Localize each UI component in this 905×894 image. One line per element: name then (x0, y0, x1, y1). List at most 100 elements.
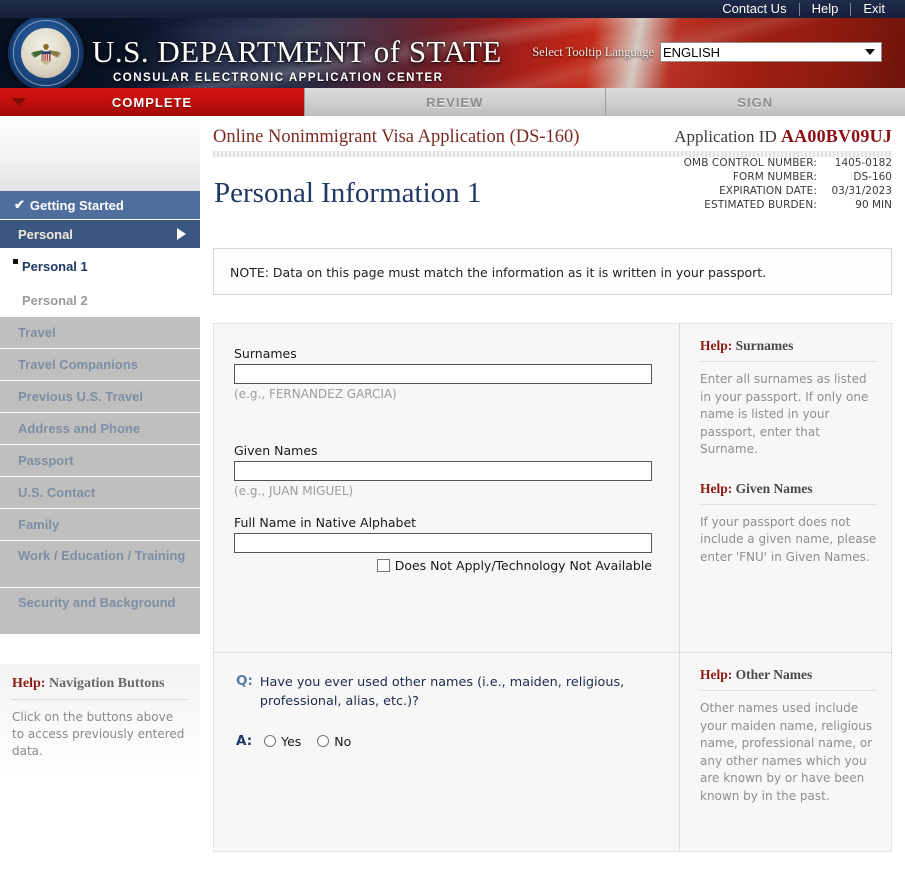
answer-option-yes[interactable]: Yes (264, 734, 301, 749)
department-subtitle: CONSULAR ELECTRONIC APPLICATION CENTER (113, 72, 444, 84)
answer-option-no[interactable]: No (317, 734, 351, 749)
help-title-topic: Other Names (732, 667, 813, 682)
sidebar-item-previous-us-travel[interactable]: Previous U.S. Travel (0, 381, 200, 412)
surnames-input[interactable] (234, 364, 652, 384)
sidebar-item-travel[interactable]: Travel (0, 317, 200, 348)
sidebar-header-gradient (0, 116, 200, 191)
site-banner: U.S. DEPARTMENT of STATE CONSULAR ELECTR… (0, 18, 905, 88)
sidebar-item-label: Passport (18, 453, 74, 468)
tab-complete[interactable]: COMPLETE (0, 88, 304, 116)
given-names-hint: (e.g., JUAN MIGUEL) (234, 484, 354, 498)
top-utility-bar: Contact Us Help Exit (0, 0, 905, 18)
metadata-key: OMB CONTROL NUMBER: (683, 157, 817, 169)
department-title: U.S. DEPARTMENT of STATE (92, 34, 502, 70)
sidebar-item-label: Getting Started (29, 197, 124, 213)
radio-no-label: No (334, 733, 352, 749)
help-title-topic: Surnames (732, 338, 794, 353)
native-alphabet-label: Full Name in Native Alphabet (234, 515, 417, 530)
metadata-row: ESTIMATED BURDEN: 90 MIN (684, 198, 892, 212)
other-names-question: Q: Have you ever used other names (i.e.,… (214, 653, 679, 851)
names-form-section: Surnames (e.g., FERNANDEZ GARCIA) Given … (213, 323, 892, 653)
sidebar-item-label: U.S. Contact (18, 485, 96, 500)
metadata-value: 90 MIN (855, 199, 892, 211)
department-title-text: U.S. DEPARTMENT of STATE (92, 34, 502, 69)
question-row: Q: Have you ever used other names (i.e.,… (236, 673, 659, 711)
note-box: NOTE: Data on this page must match the i… (213, 248, 892, 295)
metadata-key: FORM NUMBER: (732, 171, 817, 183)
given-names-input[interactable] (234, 461, 652, 481)
application-id-label: Application ID (674, 127, 781, 146)
sidebar-item-label: Previous U.S. Travel (18, 389, 144, 404)
sidebar-item-security-and-background[interactable]: Security and Background (0, 588, 200, 634)
sidebar-item-label: Personal (18, 226, 73, 242)
sidebar-item-label: Security and Background (18, 595, 176, 610)
sidebar-item-family[interactable]: Family (0, 509, 200, 540)
note-text: NOTE: Data on this page must match the i… (230, 265, 767, 280)
tab-review-label: REVIEW (426, 94, 484, 110)
help-title-key: Help: (700, 480, 733, 496)
sidebar-item-label: Address and Phone (18, 421, 141, 436)
sidebar-help-navigation-buttons: Help: Navigation Buttons Click on the bu… (0, 664, 200, 778)
metadata-value: DS-160 (853, 171, 892, 183)
sidebar-help-body: Click on the buttons above to access pre… (12, 710, 185, 758)
help-other-names-title: Help: Other Names (700, 667, 877, 691)
contact-us-link[interactable]: Contact Us (710, 0, 798, 18)
sidebar-subitem-label: Personal 2 (22, 292, 88, 308)
sidebar-item-personal[interactable]: Personal (0, 220, 200, 248)
sidebar-help-title: Help: Navigation Buttons (12, 676, 188, 700)
sidebar-item-us-contact[interactable]: U.S. Contact (0, 477, 200, 508)
other-names-help-column: Help: Other Names Other names used inclu… (679, 653, 891, 851)
other-names-question-section: Q: Have you ever used other names (i.e.,… (213, 652, 892, 852)
metadata-value: 03/31/2023 (831, 185, 892, 197)
help-title-key: Help: (700, 338, 733, 353)
sidebar-item-label: Family (18, 517, 60, 532)
native-alphabet-input[interactable] (234, 533, 652, 553)
sidebar-item-getting-started[interactable]: ✔ Getting Started (0, 191, 200, 219)
does-not-apply-row: Does Not Apply/Technology Not Available (234, 558, 652, 573)
triangle-right-icon (177, 228, 186, 240)
metadata-value: 1405-0182 (834, 157, 892, 169)
tooltip-language-label: Select Tooltip Language (532, 44, 654, 59)
help-link[interactable]: Help (800, 0, 851, 18)
application-id: Application ID AA00BV09UJ (674, 126, 892, 147)
sidebar-item-personal-1[interactable]: Personal 1 (0, 249, 200, 283)
triangle-down-icon (12, 98, 26, 106)
sidebar-item-passport[interactable]: Passport (0, 445, 200, 476)
does-not-apply-label: Does Not Apply/Technology Not Available (394, 558, 652, 573)
sidebar-item-label: Travel (18, 325, 56, 340)
sidebar-nav: ✔ Getting Started Personal Personal 1 Pe… (0, 191, 200, 634)
sidebar-help-title-key: Help: (12, 676, 46, 691)
metadata-key: ESTIMATED BURDEN: (704, 199, 817, 211)
question-text: Have you ever used other names (i.e., ma… (259, 675, 625, 709)
help-other-names-body: Other names used include your maiden nam… (700, 701, 873, 803)
form-metadata: OMB CONTROL NUMBER: 1405-0182 FORM NUMBE… (684, 156, 892, 212)
metadata-key: EXPIRATION DATE: (719, 185, 817, 197)
sidebar-item-work-education-training[interactable]: Work / Education / Training (0, 541, 200, 587)
tab-review[interactable]: REVIEW (304, 88, 605, 116)
sidebar-help-title-topic: Navigation Buttons (45, 676, 165, 691)
sidebar-item-address-and-phone[interactable]: Address and Phone (0, 413, 200, 444)
bullet-square-icon (13, 259, 18, 264)
application-header-row: Online Nonimmigrant Visa Application (DS… (213, 116, 892, 148)
tooltip-language-select[interactable]: ENGLISH (660, 42, 882, 62)
question-tag: Q: (236, 673, 253, 689)
radio-no[interactable] (317, 735, 330, 747)
metadata-row: EXPIRATION DATE: 03/31/2023 (684, 184, 892, 198)
tab-sign[interactable]: SIGN (604, 88, 905, 116)
does-not-apply-checkbox[interactable] (376, 559, 390, 572)
sidebar-item-travel-companions[interactable]: Travel Companions (0, 349, 200, 380)
sidebar-item-personal-2[interactable]: Personal 2 (0, 283, 200, 317)
given-names-label: Given Names (234, 443, 318, 458)
sidebar: ✔ Getting Started Personal Personal 1 Pe… (0, 116, 200, 894)
help-title-key: Help: (700, 667, 733, 682)
exit-link[interactable]: Exit (851, 0, 897, 18)
names-fields: Surnames (e.g., FERNANDEZ GARCIA) Given … (214, 324, 679, 652)
radio-yes[interactable] (264, 735, 277, 747)
tab-complete-label: COMPLETE (111, 94, 193, 110)
help-given-names: Help: Given Names If your passport does … (700, 481, 877, 567)
tooltip-language-control: Select Tooltip Language ENGLISH (532, 42, 882, 62)
metadata-row: FORM NUMBER: DS-160 (684, 170, 892, 184)
help-given-names-body: If your passport does not include a give… (700, 514, 877, 564)
sidebar-item-label: Travel Companions (18, 357, 138, 372)
help-surnames: Help: Surnames Enter all surnames as lis… (700, 338, 877, 459)
